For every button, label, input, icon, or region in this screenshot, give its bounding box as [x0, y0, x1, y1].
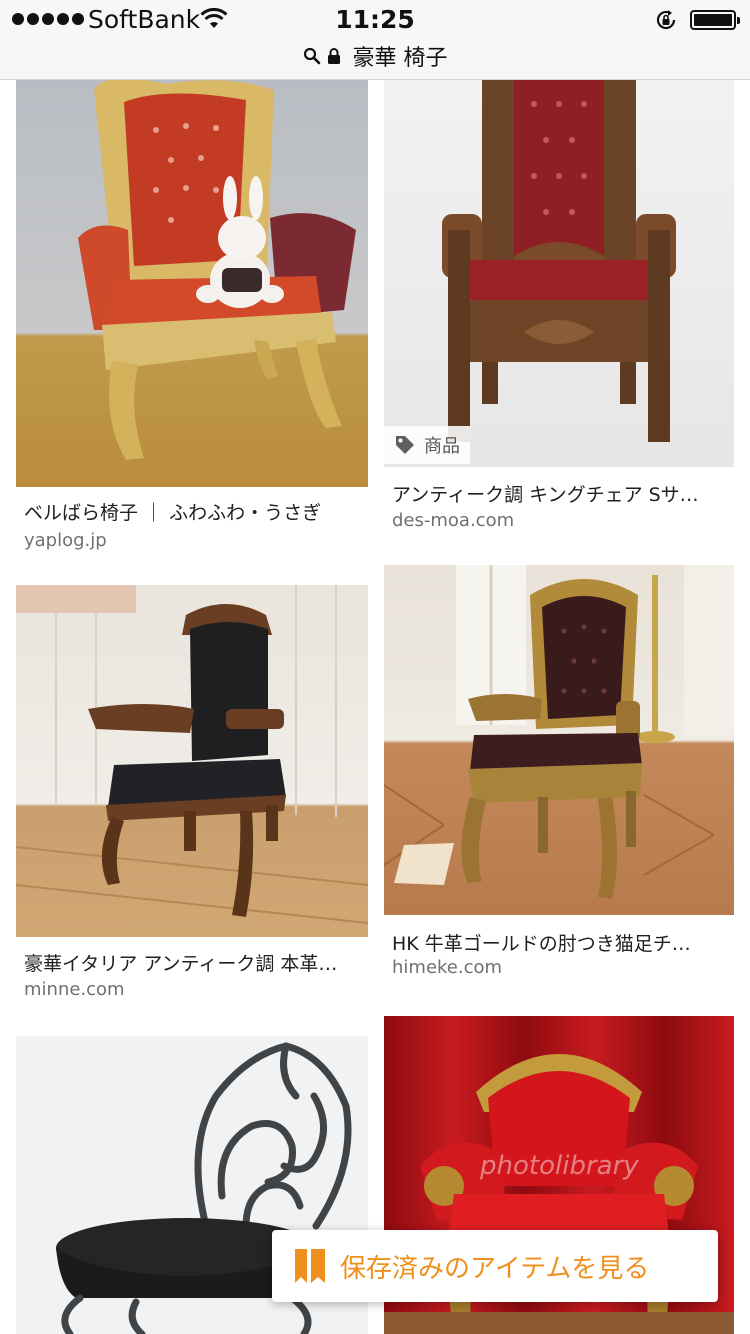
product-tag-label: 商品 — [424, 436, 460, 457]
result-domain: des-moa.com — [392, 510, 515, 531]
image-result-card[interactable]: 豪華イタリア アンティーク調 本革… minne.com — [16, 585, 368, 1010]
result-image[interactable] — [384, 80, 734, 467]
result-image[interactable] — [384, 565, 734, 915]
image-result-card[interactable]: 商品 アンティーク調 キングチェア Sサ… des-moa.com — [384, 80, 734, 540]
result-title[interactable]: ベルばら椅子 ｜ ふわふわ・うさぎ — [24, 498, 360, 525]
result-title[interactable]: 豪華イタリア アンティーク調 本革… — [24, 949, 360, 976]
product-tag: 商品 — [384, 426, 470, 464]
result-title[interactable]: アンティーク調 キングチェア Sサ… — [392, 480, 728, 507]
result-domain: himeke.com — [392, 957, 503, 978]
battery-icon — [690, 10, 740, 30]
browser-top-bar: SoftBank 11:25 豪華 椅子 — [0, 0, 750, 80]
result-title[interactable]: HK 牛革ゴールドの肘つき猫足チ… — [392, 929, 728, 956]
image-watermark: photolibrary — [479, 1151, 639, 1181]
image-result-card[interactable]: HK 牛革ゴールドの肘つき猫足チ… himeke.com — [384, 565, 734, 990]
status-bar: SoftBank 11:25 — [0, 0, 750, 40]
leather-armchair-image — [16, 585, 368, 924]
result-domain: yaplog.jp — [24, 530, 107, 551]
view-saved-items-label: 保存済みのアイテムを見る — [340, 1253, 650, 1284]
tag-icon — [396, 436, 414, 454]
result-image[interactable] — [16, 585, 368, 937]
rotation-lock-icon — [656, 10, 676, 30]
throne-chair-image — [442, 80, 676, 442]
throne-chair-image — [78, 80, 356, 460]
status-time: 11:25 — [335, 5, 415, 34]
bookmark-icon — [295, 1249, 325, 1283]
search-query: 豪華 椅子 — [352, 46, 448, 71]
address-bar[interactable]: 豪華 椅子 — [0, 40, 750, 72]
image-result-card[interactable]: ベルばら椅子 ｜ ふわふわ・うさぎ yaplog.jp — [16, 80, 368, 560]
result-domain: minne.com — [24, 979, 125, 1000]
result-image[interactable] — [16, 80, 368, 487]
gold-leather-chair-image — [384, 565, 734, 899]
lock-icon — [327, 48, 340, 64]
view-saved-items-button[interactable]: 保存済みのアイテムを見る — [272, 1230, 718, 1302]
search-icon — [303, 47, 320, 65]
